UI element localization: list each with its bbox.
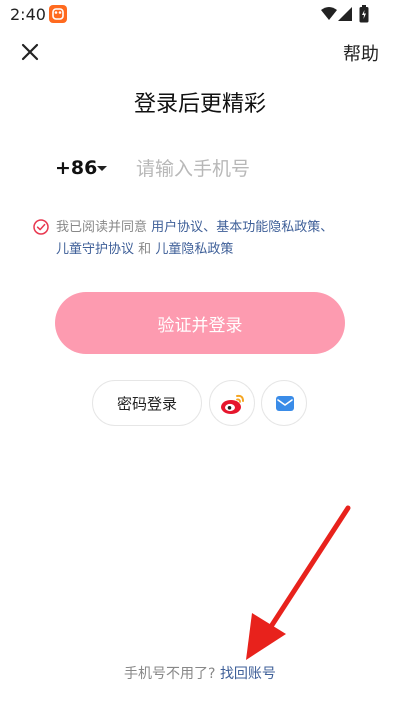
footer-label: 手机号不用了? [124, 666, 216, 682]
recover-account-link[interactable]: 找回账号 [220, 666, 276, 682]
footer: 手机号不用了? 找回账号 [0, 663, 400, 683]
red-arrow-annotation [246, 505, 351, 660]
